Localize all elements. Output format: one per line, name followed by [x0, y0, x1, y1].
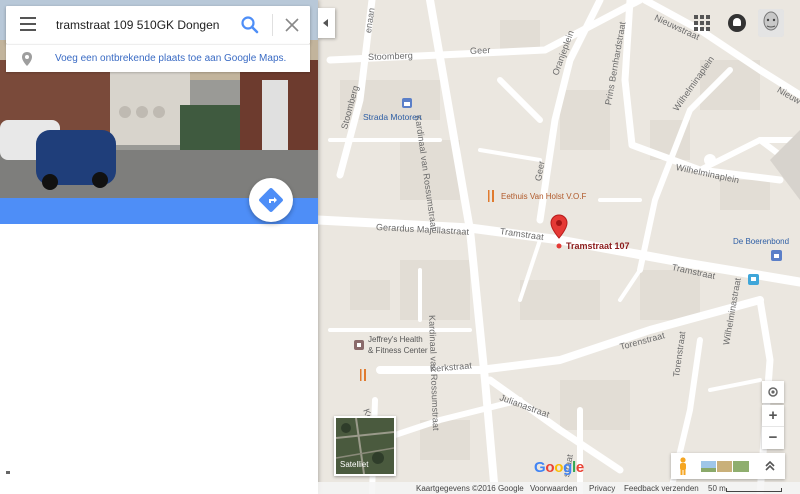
my-location-button[interactable]: [762, 381, 784, 403]
zoom-out-button[interactable]: −: [762, 427, 784, 449]
poi-label-eethuis[interactable]: Eethuis Van Holst V.O.F: [501, 192, 586, 201]
bus-stop-icon[interactable]: [748, 274, 759, 285]
poi-label-strada[interactable]: Strada Motoren: [363, 112, 422, 122]
zoom-control: + −: [762, 405, 784, 449]
layers-bar: [671, 453, 785, 479]
map-footer: Kaartgegevens ©2016 Google Voorwaarden P…: [318, 482, 800, 494]
chevron-up-icon[interactable]: [763, 459, 777, 473]
google-logo: Google: [534, 459, 584, 476]
feedback-link[interactable]: Feedback verzenden: [624, 484, 699, 493]
scale-bar: [726, 488, 782, 492]
gym-icon[interactable]: [354, 340, 364, 350]
poi-label-boerenbond[interactable]: De Boerenbond: [733, 237, 789, 246]
suggestion-bar: Voeg een ontbrekende plaats toe aan Goog…: [6, 44, 310, 72]
avatar[interactable]: [758, 9, 784, 37]
privacy-link[interactable]: Privacy: [589, 484, 615, 493]
copyright-text: Kaartgegevens ©2016 Google: [416, 484, 524, 493]
directions-button[interactable]: [249, 178, 293, 222]
layer-thumbnails-icon[interactable]: [701, 461, 749, 472]
satellite-toggle[interactable]: Satelliet: [334, 416, 396, 476]
google-logo-letter: o: [545, 459, 555, 476]
pin-icon: [22, 52, 32, 66]
search-divider: [272, 14, 273, 36]
poi-shop-icon[interactable]: [401, 97, 413, 109]
terms-link[interactable]: Voorwaarden: [530, 484, 577, 493]
zoom-in-button[interactable]: +: [762, 405, 784, 427]
search-input[interactable]: [56, 16, 226, 34]
apps-grid-icon[interactable]: [694, 15, 710, 31]
menu-icon[interactable]: [20, 17, 36, 31]
collapse-panel-button[interactable]: [318, 8, 335, 38]
poi-shop-icon[interactable]: [771, 250, 782, 261]
place-details: [0, 224, 318, 494]
google-logo-letter: e: [575, 459, 584, 476]
side-panel: Voeg een ontbrekende plaats toe aan Goog…: [0, 0, 318, 494]
street-label: Geer: [469, 44, 491, 56]
satellite-label: Satelliet: [340, 460, 369, 469]
crosshair-icon: [768, 387, 778, 397]
street-label: Stoomberg: [367, 50, 414, 62]
add-place-link[interactable]: Voeg een ontbrekende plaats toe aan Goog…: [55, 53, 286, 64]
restaurant-icon[interactable]: [358, 369, 368, 381]
marker-label: Tramstraat 107: [566, 241, 630, 251]
close-icon[interactable]: [282, 15, 302, 35]
panel-dot: [6, 471, 10, 474]
google-logo-letter: g: [563, 459, 572, 476]
chevron-left-icon: [323, 19, 328, 27]
notifications-icon[interactable]: [728, 14, 746, 32]
poi-label-jeffreys[interactable]: & Fitness Center: [368, 346, 428, 355]
turn-arrow-icon: [269, 197, 277, 203]
search-icon[interactable]: [240, 15, 260, 35]
pegman-icon[interactable]: [677, 457, 689, 475]
google-logo-letter: o: [554, 459, 564, 476]
google-logo-letter: G: [534, 459, 546, 476]
restaurant-icon[interactable]: [486, 190, 496, 202]
search-box: [6, 6, 310, 44]
poi-label-jeffreys[interactable]: Jeffrey's Health: [368, 335, 423, 344]
scale-label: 50 m: [708, 484, 726, 493]
